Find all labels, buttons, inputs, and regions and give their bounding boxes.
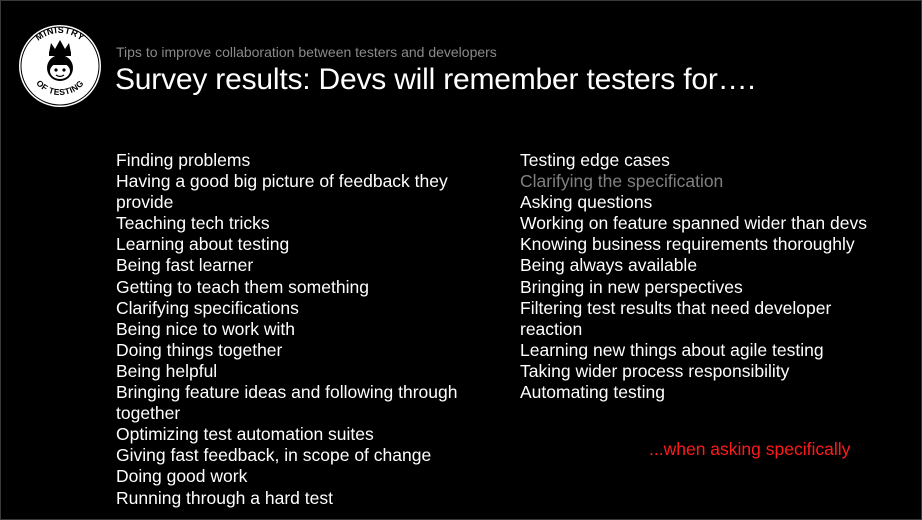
list-item: Doing good work (116, 466, 248, 487)
list-item: Running through a hard test (116, 487, 333, 508)
list-item: Having a good big picture of feedback th… (116, 171, 448, 213)
list-item: Bringing feature ideas and following thr… (116, 382, 458, 424)
list-item: Taking wider process responsibility (520, 360, 790, 381)
ministry-of-testing-logo: MINISTRY OF TESTING (17, 23, 103, 109)
crown-face-icon: MINISTRY OF TESTING (19, 25, 101, 107)
list-item: Teaching tech tricks (116, 213, 270, 234)
specific-asking-note: ...when asking specifically (649, 439, 851, 459)
list-item: Being nice to work with (116, 318, 295, 339)
list-item-dimmed: Clarifying the specification (520, 171, 724, 192)
list-item: Asking questions (520, 192, 653, 213)
list-item: Bringing in new perspectives (520, 276, 743, 297)
list-item: Doing things together (116, 339, 283, 360)
slide-subtitle: Tips to improve collaboration between te… (116, 44, 497, 60)
slide-title: Survey results: Devs will remember teste… (115, 63, 756, 96)
left-results-list: Finding problems Having a good big pictu… (116, 150, 496, 509)
list-item: Testing edge cases (520, 150, 670, 170)
list-item: Being always available (520, 255, 698, 276)
presentation-slide: MINISTRY OF TESTING Tips to improve coll… (0, 0, 922, 520)
list-item: Filtering test results that need develop… (520, 297, 832, 339)
list-item: Giving fast feedback, in scope of change (116, 445, 432, 466)
list-item: Learning new things about agile testing (520, 339, 824, 360)
list-item: Automating testing (520, 382, 665, 403)
list-item: Finding problems (116, 150, 251, 170)
list-item: Working on feature spanned wider than de… (520, 213, 867, 234)
list-item: Getting to teach them something (116, 276, 369, 297)
list-item: Being helpful (116, 360, 218, 381)
list-item: Optimizing test automation suites (116, 424, 374, 445)
list-item: Being fast learner (116, 255, 254, 276)
right-results-list: Testing edge cases Clarifying the specif… (520, 150, 890, 403)
list-item: Clarifying specifications (116, 297, 299, 318)
list-item: Learning about testing (116, 234, 290, 255)
list-item: Knowing business requirements thoroughly (520, 234, 855, 255)
